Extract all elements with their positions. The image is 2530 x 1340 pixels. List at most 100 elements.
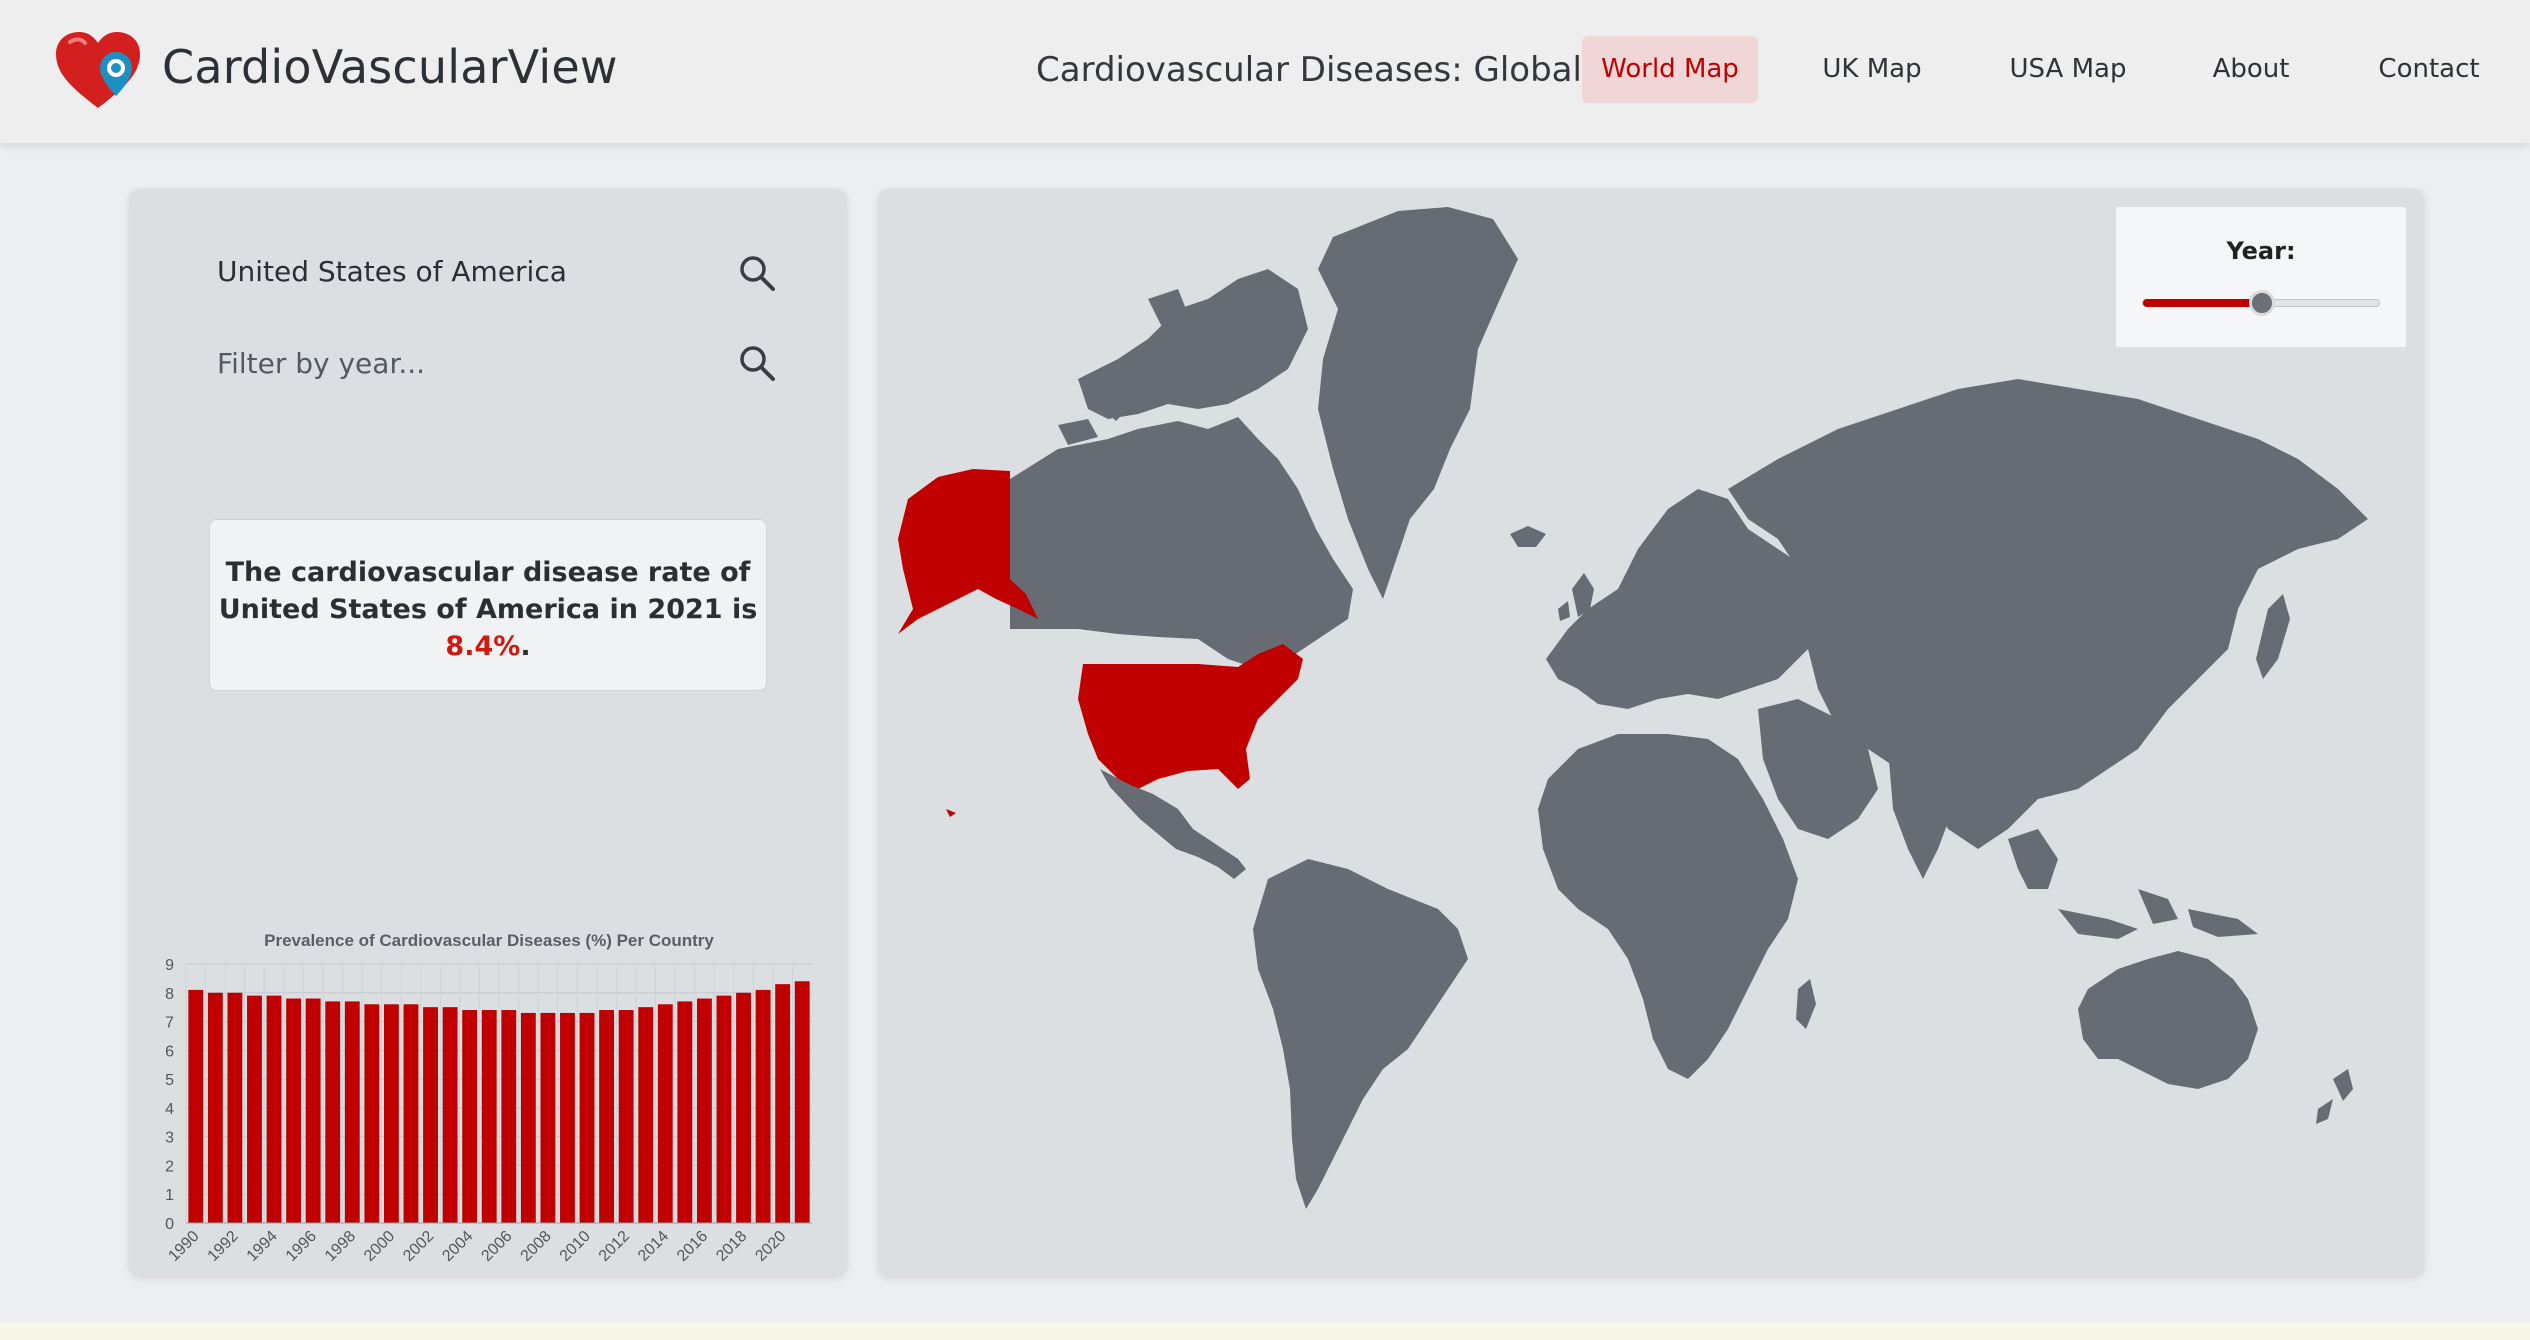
footer-bar [0,1322,2530,1340]
y-tick-label: 4 [165,1101,174,1118]
chart-title: Prevalence of Cardiovascular Diseases (%… [264,931,714,950]
chart-bar [618,1010,634,1223]
chart-bar [305,998,321,1223]
y-tick-label: 0 [165,1216,174,1233]
chart-bar [462,1010,478,1223]
chart-bar [423,1007,438,1223]
chart-bar [560,1012,575,1223]
year-slider-box: Year: [2116,207,2406,347]
nav-about[interactable]: About [2206,36,2296,103]
chart-bar [540,1012,556,1223]
y-tick-label: 8 [165,986,174,1003]
chart-bar [657,1004,673,1223]
year-filter-input[interactable] [217,339,697,387]
search-icon[interactable] [737,253,777,293]
x-tick-label: 1994 [244,1228,281,1265]
x-tick-label: 1996 [283,1228,320,1265]
mexico [1100,769,1246,879]
india [1888,749,1958,879]
chart-bar [696,998,712,1223]
y-tick-label: 6 [165,1043,174,1060]
nav-world-map[interactable]: World Map [1582,36,1758,103]
y-tick-label: 7 [165,1015,174,1032]
x-tick-label: 2004 [439,1228,476,1265]
search-icon[interactable] [737,343,777,383]
y-tick-label: 9 [165,957,174,974]
japan [2256,594,2290,679]
chart-bar [481,1010,497,1223]
rate-suffix: . [520,631,531,662]
madagascar [1796,979,1816,1029]
chart-bar [286,998,302,1223]
year-slider-thumb[interactable] [2249,290,2275,316]
x-tick-label: 2002 [400,1228,437,1265]
nav-uk-map[interactable]: UK Map [1810,36,1934,103]
chart-bar [677,1001,693,1223]
chart-bar [442,1007,458,1223]
southeast-asia [2008,829,2258,939]
chart-bar [403,1004,419,1223]
world-map[interactable] [878,189,2424,1276]
x-tick-label: 1992 [205,1228,242,1265]
chart-bar [599,1010,615,1223]
new-zealand [2316,1069,2353,1124]
page-title: Cardiovascular Diseases: Global [1036,50,1582,90]
x-tick-label: 2008 [518,1228,555,1265]
x-tick-label: 2020 [752,1228,789,1265]
year-filter [217,333,777,393]
usa [1078,644,1303,789]
prevalence-bar-chart: Prevalence of Cardiovascular Diseases (%… [165,931,812,1265]
iceland [1510,526,1546,547]
prevalence-chart: Prevalence of Cardiovascular Diseases (%… [129,919,847,1276]
chart-bar [501,1010,517,1223]
x-tick-label: 2014 [635,1228,672,1265]
chart-bar [207,992,223,1223]
chart-bar [344,1001,360,1223]
chart-bar [775,984,791,1223]
chart-bar [364,1004,380,1223]
australia [2078,951,2258,1089]
x-tick-label: 2000 [361,1228,398,1265]
south-america [1253,859,1468,1209]
greenland [1318,207,1518,599]
rate-value: 8.4% [445,631,521,662]
chart-bar [266,995,282,1223]
y-tick-label: 2 [165,1158,174,1175]
nav-usa-map[interactable]: USA Map [2000,36,2136,103]
rate-info-text: The cardiovascular disease rate of Unite… [218,557,758,625]
country-search-input[interactable]: United States of America [217,255,567,288]
chart-bar [638,1007,654,1223]
sidebar-panel: United States of America The cardiovascu… [129,189,847,1276]
app-header: CardioVascularView Cardiovascular Diseas… [0,0,2530,143]
chart-bar [755,989,771,1223]
year-slider-track[interactable] [2142,290,2380,316]
year-slider-fill [2143,299,2262,307]
chart-bar [188,989,204,1223]
hawaii [946,809,956,817]
x-tick-label: 2018 [713,1228,750,1265]
country-search: United States of America [217,243,777,303]
chart-bar [383,1004,399,1223]
y-tick-label: 1 [165,1187,174,1204]
chart-bar [520,1012,536,1223]
y-tick-label: 5 [165,1072,174,1089]
chart-bar [794,981,810,1223]
brand-name[interactable]: CardioVascularView [162,40,618,94]
x-tick-label: 2012 [596,1228,633,1265]
y-tick-label: 3 [165,1130,174,1147]
x-tick-label: 1990 [165,1228,202,1265]
x-tick-label: 1998 [322,1228,359,1265]
chart-bar [325,1001,341,1223]
x-tick-label: 2006 [478,1228,515,1265]
chart-bar [579,1012,595,1223]
year-label: Year: [2226,237,2296,265]
world-map-panel: Year: [878,189,2424,1276]
africa [1538,734,1798,1079]
canada [1010,417,1353,669]
chart-bar [736,992,751,1223]
heart-logo-icon[interactable] [52,30,144,112]
chart-bar [716,995,732,1223]
x-tick-label: 2010 [557,1228,594,1265]
chart-bar [247,995,262,1223]
nav-contact[interactable]: Contact [2374,36,2484,103]
